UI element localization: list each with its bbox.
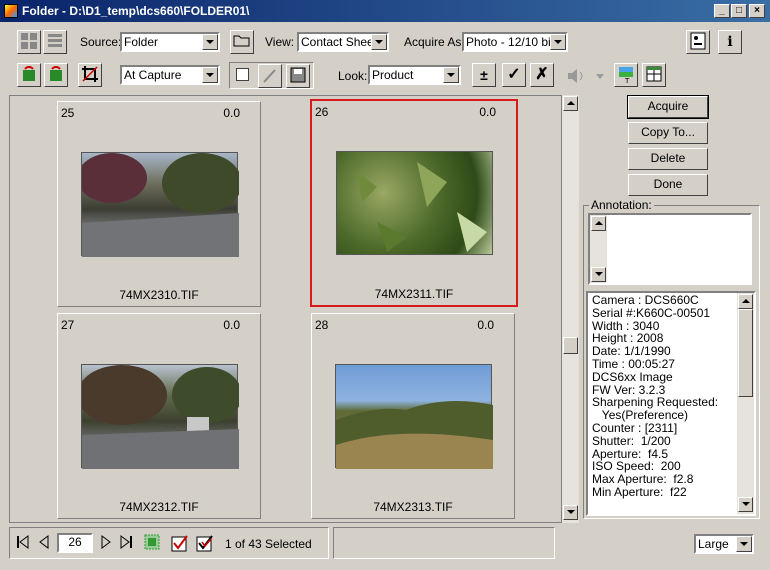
save-icon[interactable] xyxy=(286,64,310,88)
title-bar: Folder - D:\D1_temp\dcs660\FOLDER01\ _ □… xyxy=(0,0,770,22)
annotation-label: Annotation: xyxy=(589,198,654,212)
first-page-icon[interactable] xyxy=(14,533,32,553)
view-label: View: xyxy=(265,35,295,49)
mark-all-checked-icon[interactable] xyxy=(195,533,213,553)
thumbnail-cell[interactable]: 28 0.0 74MX2313.TIF xyxy=(311,313,515,519)
minimize-button[interactable]: _ xyxy=(714,4,730,18)
annotation-scrollbar[interactable] xyxy=(590,215,607,283)
thumbnail-cell[interactable]: 27 0.0 74MX2312.TIF xyxy=(57,313,261,519)
chevron-down-icon xyxy=(736,536,752,552)
scroll-thumb[interactable] xyxy=(738,309,753,397)
select-grid-icon[interactable] xyxy=(143,533,161,553)
chevron-down-icon xyxy=(371,34,387,50)
plus-minus-icon[interactable]: ± xyxy=(472,63,496,87)
annotation-textarea[interactable] xyxy=(588,213,752,285)
grid-scrollbar[interactable] xyxy=(562,95,579,523)
source-select[interactable]: Folder xyxy=(120,32,220,52)
scroll-thumb[interactable] xyxy=(563,337,578,354)
info-scrollbar[interactable] xyxy=(737,293,754,514)
checkbox[interactable] xyxy=(236,68,249,81)
status-panel xyxy=(333,527,555,559)
scroll-up-icon[interactable] xyxy=(591,216,606,231)
chevron-down-icon xyxy=(202,34,218,50)
app-icon xyxy=(4,4,18,18)
uncheck-icon[interactable]: ✗ xyxy=(530,63,554,87)
scroll-up-icon[interactable] xyxy=(563,96,578,111)
previous-page-icon[interactable] xyxy=(35,533,53,553)
thumbnail-grid: 25 0.0 74MX2310.TIF 26 0.0 74MX2311.TIF … xyxy=(9,95,562,523)
thumbnail-cell[interactable]: 25 0.0 74MX2310.TIF xyxy=(57,101,261,307)
copy-to-button[interactable]: Copy To... xyxy=(628,122,708,144)
info-line: Time : 00:05:27 xyxy=(592,356,675,371)
thumbnail-cell-selected[interactable]: 26 0.0 74MX2311.TIF xyxy=(310,99,518,307)
image-info-list: Camera : DCS660C Serial #:K660C-00501 Widt… xyxy=(586,291,756,516)
chevron-down-icon xyxy=(443,67,459,83)
page-number-input[interactable]: 26 xyxy=(57,533,93,553)
rotate-left-icon[interactable] xyxy=(17,63,41,87)
thumbnail-image xyxy=(336,151,493,255)
last-page-icon[interactable] xyxy=(117,533,135,553)
chevron-down-icon xyxy=(202,67,218,83)
look-label: Look: xyxy=(338,69,368,83)
delete-button[interactable]: Delete xyxy=(628,148,708,170)
acquire-button[interactable]: Acquire xyxy=(627,95,709,119)
next-page-icon[interactable] xyxy=(97,533,115,553)
open-folder-icon[interactable] xyxy=(230,30,254,54)
scroll-up-icon[interactable] xyxy=(738,294,753,309)
info-icon[interactable]: i xyxy=(718,30,742,54)
thumbnail-view-icon[interactable] xyxy=(17,30,41,54)
chevron-down-icon xyxy=(550,34,566,50)
view-select[interactable]: Contact Sheet xyxy=(297,32,389,52)
size-select[interactable]: Large xyxy=(694,534,754,554)
acquire-as-select[interactable]: Photo - 12/10 bit xyxy=(462,32,568,52)
close-button[interactable]: × xyxy=(749,4,765,18)
mark-checked-icon[interactable] xyxy=(170,533,188,553)
info-line: Counter : [2311] xyxy=(592,420,678,435)
list-view-icon[interactable] xyxy=(43,30,67,54)
sound-icon[interactable] xyxy=(562,64,608,88)
info-line: Camera : DCS660C xyxy=(592,293,699,307)
svg-text:T: T xyxy=(624,77,630,84)
thumbnail-image xyxy=(77,364,242,469)
spreadsheet-icon[interactable] xyxy=(642,63,666,87)
settings-icon[interactable] xyxy=(686,30,710,54)
eyedropper-icon[interactable] xyxy=(258,64,282,88)
selection-count: 1 of 43 Selected xyxy=(225,537,312,551)
capture-select[interactable]: At Capture xyxy=(120,65,220,85)
maximize-button[interactable]: □ xyxy=(731,4,747,18)
check-icon[interactable]: ✓ xyxy=(502,63,526,87)
acquire-as-label: Acquire As: xyxy=(404,35,465,49)
rotate-right-icon[interactable] xyxy=(44,63,68,87)
thumbnail-image xyxy=(335,364,493,469)
info-line: Serial #:K660C-00501 xyxy=(592,305,711,320)
look-select[interactable]: Product xyxy=(368,65,461,85)
image-info-icon[interactable]: T xyxy=(614,63,638,87)
source-label: Source: xyxy=(80,35,122,49)
thumbnail-image xyxy=(77,152,242,257)
info-line: Shutter: 1/200 xyxy=(592,433,671,448)
window-title: Folder - D:\D1_temp\dcs660\FOLDER01\ xyxy=(22,4,250,18)
scroll-down-icon[interactable] xyxy=(738,497,753,512)
scroll-down-icon[interactable] xyxy=(563,505,578,520)
info-line: Min Aperture: f22 xyxy=(592,484,687,499)
done-button[interactable]: Done xyxy=(628,174,708,196)
crop-icon[interactable] xyxy=(78,63,102,87)
scroll-down-icon[interactable] xyxy=(591,267,606,282)
info-line: DCS6xx Image xyxy=(592,369,673,384)
